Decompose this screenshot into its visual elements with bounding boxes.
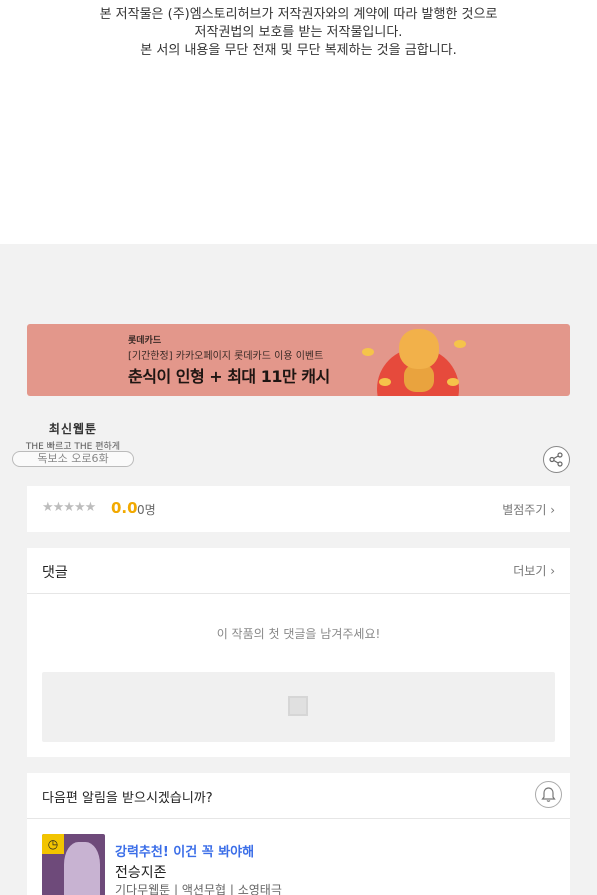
coin-icon <box>454 340 466 348</box>
banner-title: 춘식이 인형 + 최대 11만 캐시 <box>128 367 330 386</box>
banner-character-head <box>399 329 439 369</box>
rating-count: 0명 <box>137 503 156 517</box>
coin-icon <box>379 378 391 386</box>
share-icon <box>549 452 563 467</box>
divider <box>27 593 570 594</box>
comments-title: 댓글 <box>42 565 68 581</box>
recommended-title[interactable]: 전승지존 <box>115 862 167 882</box>
logo-text: 최신웹툰 <box>48 422 98 436</box>
divider <box>27 818 570 819</box>
copyright-line-1: 본 저작물은 (주)엠스토리허브가 저작권자와의 계약에 따라 발행한 것으로 <box>99 7 498 22</box>
recommended-thumbnail[interactable]: ◷ <box>42 834 105 895</box>
copyright-section: 본 저작물은 (주)엠스토리허브가 저작권자와의 계약에 따라 발행한 것으로 … <box>0 0 597 244</box>
copyright-line-2: 저작권법의 보호를 받는 저작물입니다. <box>194 25 403 40</box>
recommendation-label: 강력추천! 이건 꼭 봐야해 <box>115 845 255 860</box>
coin-icon <box>447 378 459 386</box>
event-banner[interactable]: 롯데카드 [기간한정] 카카오페이지 롯데카드 이용 이벤트 춘식이 인형 + … <box>27 324 570 396</box>
banner-subtitle: [기간한정] 카카오페이지 롯데카드 이용 이벤트 <box>128 351 324 362</box>
coin-icon <box>362 348 374 356</box>
thumbnail-art <box>64 842 100 895</box>
notify-bell-button[interactable] <box>535 781 562 808</box>
recommended-tags: 기다무웹툰 | 액션무협 | 소영태극 <box>115 883 282 895</box>
banner-brand: 롯데카드 <box>128 336 162 346</box>
rating-card: ★★★★★ 0.0 0명 별점주기 › <box>27 486 570 532</box>
comments-more-link[interactable]: 더보기 › <box>513 562 555 579</box>
comments-empty-message: 이 작품의 첫 댓글을 남겨주세요! <box>216 627 381 641</box>
rate-button[interactable]: 별점주기 › <box>502 501 555 518</box>
next-episode-notify-card: 다음편 알림을 받으시겠습니까? ◷ 강력추천! 이건 꼭 봐야해 전승지존 기… <box>27 773 570 895</box>
copyright-notice: 본 저작물은 (주)엠스토리허브가 저작권자와의 계약에 따라 발행한 것으로 … <box>0 6 597 60</box>
clock-icon: ◷ <box>42 834 64 854</box>
site-logo: 최신웹툰 THE 빠르고 THE 편하게 독보소 오로6화 <box>12 420 134 470</box>
copyright-line-3: 본 서의 내용을 무단 전재 및 무단 복제하는 것을 금합니다. <box>140 43 457 58</box>
bell-icon <box>541 787 556 802</box>
comment-input-box[interactable] <box>42 672 555 742</box>
rating-score: 0.0 <box>111 499 138 517</box>
document-icon <box>288 696 308 716</box>
star-rating-icons: ★★★★★ <box>42 500 96 515</box>
comments-card: 댓글 더보기 › 이 작품의 첫 댓글을 남겨주세요! <box>27 548 570 757</box>
notify-question: 다음편 알림을 받으시겠습니까? <box>42 791 213 806</box>
episode-pill: 독보소 오로6화 <box>12 451 134 467</box>
share-button[interactable] <box>543 446 570 473</box>
